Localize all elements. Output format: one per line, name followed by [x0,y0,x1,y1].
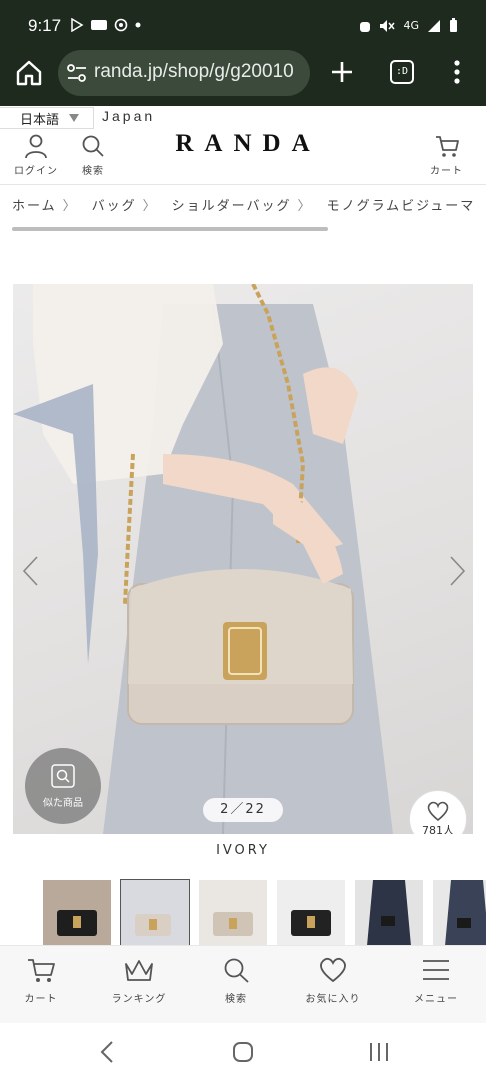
breadcrumb-separator: 〉 [142,199,158,214]
home-circle-icon[interactable] [229,1039,257,1065]
status-bar: 9:17 4G [0,0,486,44]
network-type: 4G [403,19,419,32]
play-store-icon [71,18,84,32]
tab-switcher-button[interactable]: :D [390,60,414,84]
search-icon [224,958,249,983]
breadcrumb-item-current: モノグラムビジューマ [326,199,476,214]
color-name: IVORY [216,843,270,858]
recent-apps-icon[interactable] [365,1039,393,1065]
pass-icon [91,20,107,30]
thumbnail[interactable] [433,880,486,946]
product-image[interactable]: 似た商品 2／22 781人 [13,284,473,834]
crown-icon [125,960,153,981]
alarm-icon [360,21,371,32]
nav-menu[interactable]: メニュー [388,956,484,1005]
nav-search[interactable]: 検索 [188,956,284,1005]
bottom-navigation: カート ランキング 検索 お気に入り メニュー [0,945,486,1023]
breadcrumb-bar: ホーム 〉 バッグ 〉 ショルダーバッグ 〉 モノグラムビジューマ [0,184,486,222]
url-text: randa.jp/shop/g/g20010 [94,61,294,82]
dot-icon [135,22,141,28]
favorite-count: 781人 [422,824,454,834]
user-icon [25,134,47,159]
image-counter: 2／22 [203,798,283,822]
more-options-icon[interactable] [450,58,464,86]
address-bar[interactable]: randa.jp/shop/g/g20010 [58,50,310,96]
search-button[interactable]: 検索 [80,133,106,177]
breadcrumb-scrollbar[interactable] [12,227,328,231]
login-button[interactable]: ログイン [14,133,58,177]
nav-label: カート [24,994,58,1005]
new-tab-icon[interactable] [328,58,356,86]
thumbnail[interactable] [199,880,267,946]
status-time: 9:17 [28,16,62,35]
site-logo[interactable]: RANDA [0,130,486,158]
battery-icon [450,18,457,32]
heart-icon [320,957,346,983]
heart-icon [427,801,449,822]
similar-items-label: 似た商品 [43,797,83,809]
image-search-icon [51,763,75,788]
breadcrumb-item[interactable]: ショルダーバッグ [172,195,292,214]
mute-icon [380,19,396,32]
signal-icon [428,19,440,32]
language-select[interactable]: 日本語 [0,107,94,129]
thumbnail[interactable] [277,880,345,946]
hamburger-icon [423,960,449,980]
home-icon[interactable] [14,58,44,88]
cart-icon [435,136,459,157]
cart-label: カート [430,166,463,177]
nav-ranking[interactable]: ランキング [91,956,187,1005]
dropdown-caret-icon [69,114,80,122]
thumbnail[interactable] [355,880,423,946]
cart-button[interactable]: カート [430,133,463,177]
language-value: 日本語 [20,112,60,128]
thumbnail[interactable] [43,880,111,946]
search-label: 検索 [82,166,104,177]
nav-favorites[interactable]: お気に入り [285,956,381,1005]
browser-toolbar: randa.jp/shop/g/g20010 :D [0,44,486,106]
thumbnail-selected[interactable] [120,879,190,947]
cart-icon [28,959,55,982]
thumbnail-strip [0,878,486,948]
breadcrumb-item[interactable]: バッグ [92,195,137,214]
nav-cart[interactable]: カート [0,956,89,1005]
login-label: ログイン [14,166,58,177]
nav-label: お気に入り [305,994,361,1005]
system-navigation-bar [0,1023,486,1080]
next-image-icon[interactable] [445,554,469,588]
breadcrumb-separator: 〉 [62,199,78,214]
nav-label: ランキング [111,994,167,1005]
breadcrumb-separator: 〉 [297,199,313,214]
nav-label: メニュー [414,994,458,1005]
previous-image-icon[interactable] [19,554,43,588]
similar-items-button[interactable]: 似た商品 [25,748,101,824]
site-settings-icon[interactable] [66,64,88,82]
region-label: Japan [102,108,156,124]
breadcrumb: ホーム 〉 バッグ 〉 ショルダーバッグ 〉 モノグラムビジューマ [12,195,481,214]
nav-label: 検索 [225,994,247,1005]
back-icon[interactable] [94,1039,122,1065]
product-photo [13,284,393,834]
sync-icon [114,18,128,32]
search-icon [82,135,104,157]
breadcrumb-item[interactable]: ホーム [12,195,57,214]
